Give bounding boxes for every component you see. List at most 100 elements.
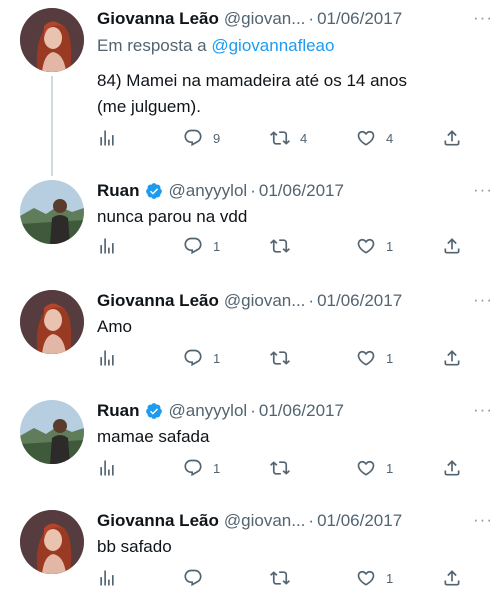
tweet-text: mamae safada xyxy=(97,424,467,450)
retweet-button[interactable] xyxy=(270,348,300,368)
reply-button[interactable] xyxy=(183,568,213,588)
retweet-count: 4 xyxy=(300,130,308,146)
woman-red-hair-avatar-icon xyxy=(20,8,84,72)
reply-button[interactable]: 1 xyxy=(183,458,220,478)
tweet-header: Ruan @anyyylol · 01/06/2017 xyxy=(97,180,473,202)
reply-icon xyxy=(183,128,203,148)
more-options-icon[interactable]: ··· xyxy=(473,400,493,420)
tweet[interactable]: Ruan @anyyylol · 01/06/2017 ··· nunca pa… xyxy=(0,180,493,280)
views-icon xyxy=(97,458,117,478)
tweet[interactable]: Ruan @anyyylol · 01/06/2017 ··· mamae sa… xyxy=(0,400,493,500)
tweet-date[interactable]: 01/06/2017 xyxy=(259,400,344,422)
author-name[interactable]: Ruan xyxy=(97,180,140,202)
author-name[interactable]: Giovanna Leão xyxy=(97,510,219,532)
like-button[interactable]: 1 xyxy=(356,568,393,588)
share-button[interactable] xyxy=(442,348,462,368)
author-handle[interactable]: @anyyylol xyxy=(169,180,248,202)
like-button[interactable]: 1 xyxy=(356,236,393,256)
separator: · xyxy=(250,181,256,200)
share-button[interactable] xyxy=(442,568,462,588)
reply-icon xyxy=(183,458,203,478)
retweet-button[interactable] xyxy=(270,236,300,256)
avatar[interactable] xyxy=(20,510,84,574)
tweet-actions: 11 xyxy=(97,348,467,368)
tweet-actions: 11 xyxy=(97,236,467,256)
reply-context: Em resposta a @giovannafleao xyxy=(97,36,334,56)
retweet-icon xyxy=(270,348,290,368)
man-landscape-avatar-icon xyxy=(20,400,84,464)
reply-prefix: Em resposta a xyxy=(97,36,207,55)
retweet-button[interactable] xyxy=(270,568,300,588)
share-icon xyxy=(442,236,462,256)
views-icon xyxy=(97,568,117,588)
like-button[interactable]: 4 xyxy=(356,128,393,148)
author-name[interactable]: Ruan xyxy=(97,400,140,422)
tweet-date[interactable]: 01/06/2017 xyxy=(259,180,344,202)
reply-icon xyxy=(183,348,203,368)
tweet-text: bb safado xyxy=(97,534,467,560)
tweet-actions: 1 xyxy=(97,568,467,588)
more-options-icon[interactable]: ··· xyxy=(473,180,493,200)
share-button[interactable] xyxy=(442,458,462,478)
tweet-text: nunca parou na vdd xyxy=(97,204,467,230)
verified-badge-icon xyxy=(145,182,163,200)
like-button[interactable]: 1 xyxy=(356,348,393,368)
retweet-button[interactable]: 4 xyxy=(270,128,307,148)
views-icon xyxy=(97,348,117,368)
tweet-date[interactable]: 01/06/2017 xyxy=(317,290,402,312)
tweet-header: Giovanna Leão @giovan... · 01/06/2017 xyxy=(97,510,473,532)
avatar[interactable] xyxy=(20,290,84,354)
tweet[interactable]: Giovanna Leão @giovan... · 01/06/2017 ··… xyxy=(0,8,493,158)
tweet-text-line: nunca parou na vdd xyxy=(97,207,248,226)
tweet[interactable]: Giovanna Leão @giovan... · 01/06/2017 ··… xyxy=(0,290,493,390)
author-name[interactable]: Giovanna Leão xyxy=(97,290,219,312)
views-button[interactable] xyxy=(97,348,117,368)
like-button[interactable]: 1 xyxy=(356,458,393,478)
retweet-icon xyxy=(270,128,290,148)
like-icon xyxy=(356,458,376,478)
tweet-text-line: Amo xyxy=(97,317,132,336)
share-icon xyxy=(442,458,462,478)
share-button[interactable] xyxy=(442,128,462,148)
views-button[interactable] xyxy=(97,236,117,256)
tweet-text-line: bb safado xyxy=(97,537,172,556)
separator: · xyxy=(308,511,315,530)
retweet-icon xyxy=(270,568,290,588)
tweet-header: Giovanna Leão @giovan... · 01/06/2017 xyxy=(97,8,473,30)
like-icon xyxy=(356,348,376,368)
author-handle[interactable]: @anyyylol xyxy=(169,400,248,422)
like-count: 4 xyxy=(386,130,394,146)
retweet-button[interactable] xyxy=(270,458,300,478)
author-name[interactable]: Giovanna Leão xyxy=(97,8,219,30)
retweet-icon xyxy=(270,458,290,478)
avatar[interactable] xyxy=(20,8,84,72)
tweet-text: 84) Mamei na mamadeira até os 14 anos (m… xyxy=(97,68,467,120)
retweet-icon xyxy=(270,236,290,256)
avatar[interactable] xyxy=(20,180,84,244)
tweet-date[interactable]: 01/06/2017 xyxy=(317,510,402,532)
avatar[interactable] xyxy=(20,400,84,464)
views-button[interactable] xyxy=(97,458,117,478)
reply-button[interactable]: 1 xyxy=(183,348,220,368)
tweet-date[interactable]: 01/06/2017 xyxy=(317,8,402,30)
author-handle[interactable]: @giovan... xyxy=(224,8,306,30)
views-button[interactable] xyxy=(97,128,117,148)
reply-handle-link[interactable]: @giovannafleao xyxy=(211,36,334,55)
reply-count: 9 xyxy=(213,130,221,146)
share-icon xyxy=(442,568,462,588)
share-icon xyxy=(442,128,462,148)
tweet-header: Ruan @anyyylol · 01/06/2017 xyxy=(97,400,473,422)
more-options-icon[interactable]: ··· xyxy=(473,8,493,28)
views-button[interactable] xyxy=(97,568,117,588)
like-count: 1 xyxy=(386,570,394,586)
reply-button[interactable]: 1 xyxy=(183,236,220,256)
share-button[interactable] xyxy=(442,236,462,256)
reply-button[interactable]: 9 xyxy=(183,128,220,148)
author-handle[interactable]: @giovan... xyxy=(224,290,306,312)
like-count: 1 xyxy=(386,460,394,476)
author-handle[interactable]: @giovan... xyxy=(224,510,306,532)
more-options-icon[interactable]: ··· xyxy=(473,510,493,530)
views-icon xyxy=(97,236,117,256)
more-options-icon[interactable]: ··· xyxy=(473,290,493,310)
tweet[interactable]: Giovanna Leão @giovan... · 01/06/2017 ··… xyxy=(0,510,493,604)
